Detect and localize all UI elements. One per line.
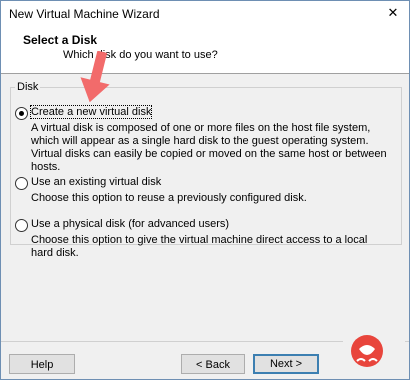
option-label[interactable]: Use a physical disk (for advanced users) xyxy=(31,218,229,230)
wizard-window: New Virtual Machine Wizard ✕ Select a Di… xyxy=(0,0,410,380)
page-title: Select a Disk xyxy=(23,33,98,47)
help-button[interactable]: Help xyxy=(9,354,75,374)
radio-create-new-disk[interactable] xyxy=(15,107,28,120)
disk-group-legend: Disk xyxy=(15,81,41,93)
option-label[interactable]: Use an existing virtual disk xyxy=(31,176,161,188)
radio-use-existing-disk[interactable] xyxy=(15,177,28,190)
option-description: Choose this option to give the virtual m… xyxy=(31,234,368,259)
title-bar: New Virtual Machine Wizard ✕ xyxy=(1,1,409,27)
option-description: A virtual disk is composed of one or mor… xyxy=(31,122,387,173)
window-title: New Virtual Machine Wizard xyxy=(9,7,160,21)
back-button[interactable]: < Back xyxy=(181,354,245,374)
option-description: Choose this option to reuse a previously… xyxy=(31,192,307,204)
red-arrow-icon xyxy=(80,51,110,103)
option-label[interactable]: Create a new virtual disk xyxy=(29,105,153,119)
wizard-header: Select a Disk Which disk do you want to … xyxy=(1,27,409,74)
radio-use-physical-disk[interactable] xyxy=(15,219,28,232)
logo-icon xyxy=(343,331,405,377)
close-icon[interactable]: ✕ xyxy=(385,5,401,21)
next-button[interactable]: Next > xyxy=(253,354,319,374)
